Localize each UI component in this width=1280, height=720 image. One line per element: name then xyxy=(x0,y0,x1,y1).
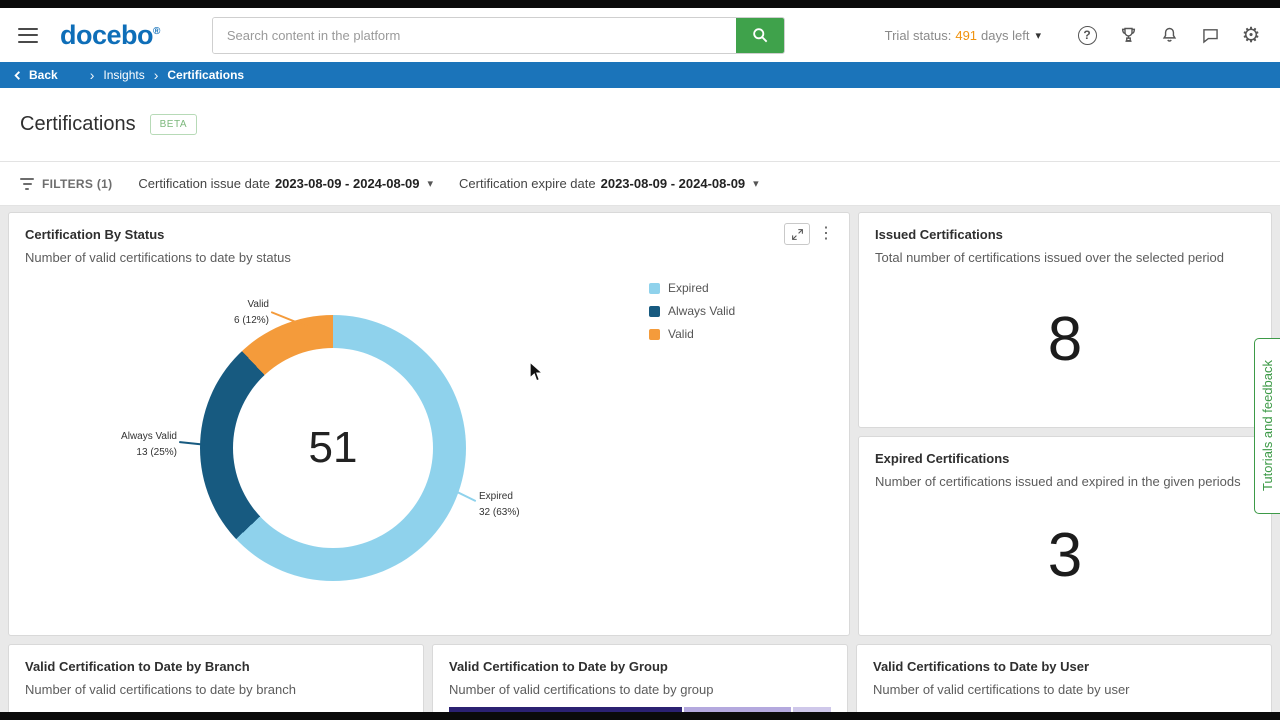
tutorials-feedback-tab[interactable]: Tutorials and feedback xyxy=(1254,338,1280,514)
slice-label-always-valid: Always Valid 13 (25%) xyxy=(121,431,177,458)
kebab-menu-button[interactable]: ⋮ xyxy=(815,226,837,242)
issued-certifications-card: Issued Certifications Total number of ce… xyxy=(858,212,1272,428)
beta-badge: BETA xyxy=(149,114,197,135)
settings-button[interactable]: ⚙ xyxy=(1240,24,1262,46)
filter-icon xyxy=(20,177,34,190)
certification-by-status-card: Certification By Status Number of valid … xyxy=(8,212,850,636)
top-black-bar xyxy=(0,0,1280,8)
valid-by-branch-card: Valid Certification to Date by Branch Nu… xyxy=(8,644,424,720)
valid-by-user-card: Valid Certifications to Date by User Num… xyxy=(856,644,1272,720)
search-input[interactable] xyxy=(212,17,736,53)
legend-item-expired[interactable]: Expired xyxy=(649,281,735,295)
chevron-left-icon xyxy=(14,70,20,80)
page-title: Certifications xyxy=(20,113,136,135)
expire-date-filter[interactable]: Certification expire date 2023-08-09 - 2… xyxy=(459,176,759,191)
legend-swatch xyxy=(649,282,660,294)
help-icon: ? xyxy=(1077,25,1097,45)
chart-legend: Expired Always Valid Valid xyxy=(649,281,735,341)
filters-label: FILTERS (1) xyxy=(42,176,113,191)
search-button[interactable] xyxy=(735,17,784,53)
help-button[interactable]: ? xyxy=(1076,24,1098,46)
issued-count-value: 8 xyxy=(1047,304,1083,374)
card-title: Valid Certification to Date by Branch xyxy=(25,659,250,674)
search-icon xyxy=(753,28,768,43)
legend-label: Always Valid xyxy=(668,304,736,318)
issue-date-value: 2023-08-09 - 2024-08-09 xyxy=(274,176,420,191)
expand-icon xyxy=(791,228,803,240)
breadcrumb-insights[interactable]: Insights xyxy=(103,68,144,82)
hamburger-menu-icon[interactable] xyxy=(18,27,38,43)
breadcrumb: › Insights › Certifications xyxy=(90,68,244,82)
platform-search xyxy=(211,16,785,54)
legend-swatch xyxy=(649,305,660,317)
expired-count-value: 3 xyxy=(1047,520,1083,590)
back-button[interactable]: Back xyxy=(0,62,76,88)
valid-by-group-card: Valid Certification to Date by Group Num… xyxy=(432,644,848,720)
card-subtitle: Number of valid certifications to date b… xyxy=(25,682,296,697)
breadcrumb-certifications[interactable]: Certifications xyxy=(167,68,244,82)
tutorials-feedback-label: Tutorials and feedback xyxy=(1260,360,1275,492)
donut-total-value: 51 xyxy=(308,423,358,472)
bottom-black-bar xyxy=(0,712,1280,720)
trial-label: Trial status: xyxy=(884,27,952,43)
gear-icon: ⚙ xyxy=(1241,23,1261,47)
chevron-down-icon: ▾ xyxy=(753,178,759,190)
dashboard-content: Certification By Status Number of valid … xyxy=(0,206,1280,720)
trial-status-dropdown[interactable]: Trial status: 491 days left ▾ xyxy=(885,28,1041,43)
expand-button[interactable] xyxy=(784,223,810,245)
issue-date-label: Certification issue date xyxy=(138,176,270,191)
back-label: Back xyxy=(29,68,58,82)
expire-date-value: 2023-08-09 - 2024-08-09 xyxy=(600,176,746,191)
slice-label-expired: Expired 32 (63%) xyxy=(479,491,520,518)
trophy-icon xyxy=(1121,27,1135,42)
status-donut-chart: 51 xyxy=(200,315,466,581)
chevron-down-icon: ▾ xyxy=(1035,29,1041,42)
slice-label-valid: Valid 6 (12%) xyxy=(233,299,269,326)
notifications-button[interactable] xyxy=(1158,24,1180,46)
card-title: Issued Certifications xyxy=(875,227,1003,242)
legend-swatch xyxy=(649,328,660,340)
card-title: Certification By Status xyxy=(25,227,165,242)
card-subtitle: Total number of certifications issued ov… xyxy=(875,250,1225,265)
expire-date-label: Certification expire date xyxy=(459,176,596,191)
trial-days-left: 491 xyxy=(955,27,978,43)
card-title: Valid Certifications to Date by User xyxy=(873,659,1090,674)
filters-bar: FILTERS (1) Certification issue date 202… xyxy=(0,162,1280,206)
card-title: Expired Certifications xyxy=(875,451,1010,466)
card-subtitle: Number of valid certifications to date b… xyxy=(25,250,291,265)
chevron-right-icon: › xyxy=(89,67,95,83)
chat-icon xyxy=(1202,28,1218,44)
gamification-button[interactable] xyxy=(1117,24,1139,46)
issue-date-filter[interactable]: Certification issue date 2023-08-09 - 20… xyxy=(138,176,433,191)
app-header: docebo® Trial status: 491 days left ▾ ? … xyxy=(0,8,1280,62)
legend-label: Valid xyxy=(668,327,694,341)
kpi-column: Issued Certifications Total number of ce… xyxy=(858,212,1272,636)
filters-toggle[interactable]: FILTERS (1) xyxy=(20,177,112,191)
page-title-block: Certifications BETA xyxy=(0,88,1280,162)
chevron-right-icon: › xyxy=(153,67,159,83)
docebo-logo[interactable]: docebo® xyxy=(60,20,160,51)
legend-item-always-valid[interactable]: Always Valid xyxy=(649,304,735,318)
chevron-down-icon: ▾ xyxy=(427,178,434,190)
card-actions: ⋮ xyxy=(784,223,837,245)
breadcrumb-bar: Back › Insights › Certifications xyxy=(0,62,1280,88)
card-subtitle: Number of valid certifications to date b… xyxy=(873,682,1130,697)
registered-mark: ® xyxy=(153,25,160,37)
expired-certifications-card: Expired Certifications Number of certifi… xyxy=(858,436,1272,636)
messages-button[interactable] xyxy=(1199,24,1221,46)
header-actions: Trial status: 491 days left ▾ ? ⚙ xyxy=(885,24,1262,46)
legend-label: Expired xyxy=(668,281,709,295)
card-subtitle: Number of certifications issued and expi… xyxy=(875,474,1241,489)
donut-hole: 51 xyxy=(233,348,433,548)
card-title: Valid Certification to Date by Group xyxy=(449,659,668,674)
bell-icon xyxy=(1162,27,1176,42)
trial-suffix: days left xyxy=(981,27,1030,43)
legend-item-valid[interactable]: Valid xyxy=(649,327,735,341)
card-subtitle: Number of valid certifications to date b… xyxy=(449,682,714,697)
bottom-card-row: Valid Certification to Date by Branch Nu… xyxy=(8,644,1272,720)
